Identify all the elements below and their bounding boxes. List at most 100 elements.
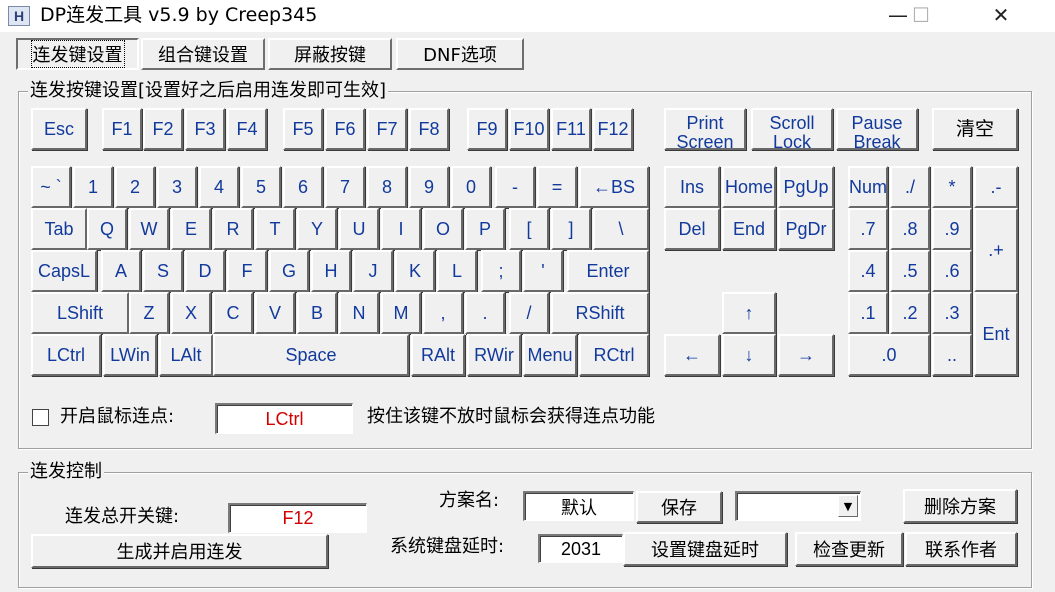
key-b[interactable]: B bbox=[297, 292, 337, 334]
key-num-add[interactable]: .+ bbox=[974, 208, 1018, 292]
key-quote[interactable]: ' bbox=[523, 250, 563, 292]
key-y[interactable]: Y bbox=[297, 208, 337, 250]
key-l[interactable]: L bbox=[437, 250, 477, 292]
key-num2[interactable]: .2 bbox=[890, 292, 930, 334]
key-d0[interactable]: 0 bbox=[451, 166, 491, 208]
key-f7[interactable]: F7 bbox=[367, 108, 407, 150]
key-home[interactable]: Home bbox=[722, 166, 776, 208]
key-period[interactable]: . bbox=[465, 292, 505, 334]
key-d6[interactable]: 6 bbox=[283, 166, 323, 208]
key-pause-break[interactable]: Pause Break bbox=[836, 108, 918, 150]
scheme-select[interactable]: ▼ bbox=[735, 491, 861, 521]
key-f1[interactable]: F1 bbox=[102, 108, 142, 150]
key-num4[interactable]: .4 bbox=[848, 250, 888, 292]
save-scheme-button[interactable]: 保存 bbox=[636, 491, 722, 523]
dropdown-arrow-icon[interactable]: ▼ bbox=[838, 495, 858, 517]
key-num1[interactable]: .1 bbox=[848, 292, 888, 334]
key-comma[interactable]: , bbox=[423, 292, 463, 334]
key-num7[interactable]: .7 bbox=[848, 208, 888, 250]
key-d8[interactable]: 8 bbox=[367, 166, 407, 208]
key-c[interactable]: C bbox=[213, 292, 253, 334]
key-d2[interactable]: 2 bbox=[115, 166, 155, 208]
key-d4[interactable]: 4 bbox=[199, 166, 239, 208]
key-caps[interactable]: CapsL bbox=[31, 250, 97, 292]
generate-enable-button[interactable]: 生成并启用连发 bbox=[31, 534, 328, 568]
key-n[interactable]: N bbox=[339, 292, 379, 334]
key-f5[interactable]: F5 bbox=[283, 108, 323, 150]
key-print-screen[interactable]: Print Screen bbox=[664, 108, 746, 150]
key-r[interactable]: R bbox=[213, 208, 253, 250]
key-minus[interactable]: - bbox=[495, 166, 535, 208]
key-d5[interactable]: 5 bbox=[241, 166, 281, 208]
key-f4[interactable]: F4 bbox=[227, 108, 267, 150]
key-ins[interactable]: Ins bbox=[664, 166, 720, 208]
key-lctrl[interactable]: LCtrl bbox=[31, 334, 101, 376]
key-k[interactable]: K bbox=[395, 250, 435, 292]
key-lalt[interactable]: LAlt bbox=[159, 334, 213, 376]
tab-dnf-options[interactable]: DNF选项 bbox=[396, 38, 524, 70]
key-num9[interactable]: .9 bbox=[932, 208, 972, 250]
key-num[interactable]: Num bbox=[848, 166, 888, 208]
key-lshift[interactable]: LShift bbox=[31, 292, 129, 334]
key-d1[interactable]: 1 bbox=[73, 166, 113, 208]
key-right[interactable]: → bbox=[778, 334, 834, 376]
key-rwin[interactable]: RWir bbox=[467, 334, 521, 376]
key-pgup[interactable]: PgUp bbox=[778, 166, 834, 208]
key-d[interactable]: D bbox=[185, 250, 225, 292]
key-clear[interactable]: 清空 bbox=[932, 108, 1018, 150]
key-rctrl[interactable]: RCtrl bbox=[579, 334, 649, 376]
key-o[interactable]: O bbox=[423, 208, 463, 250]
key-j[interactable]: J bbox=[353, 250, 393, 292]
key-f12[interactable]: F12 bbox=[593, 108, 633, 150]
key-ralt[interactable]: RAlt bbox=[411, 334, 465, 376]
contact-author-button[interactable]: 联系作者 bbox=[905, 532, 1017, 566]
key-num8[interactable]: .8 bbox=[890, 208, 930, 250]
key-num5[interactable]: .5 bbox=[890, 250, 930, 292]
key-t[interactable]: T bbox=[255, 208, 295, 250]
key-num3[interactable]: .3 bbox=[932, 292, 972, 334]
key-end[interactable]: End bbox=[722, 208, 776, 250]
key-w[interactable]: W bbox=[129, 208, 169, 250]
key-x[interactable]: X bbox=[171, 292, 211, 334]
key-pgdn[interactable]: PgDr bbox=[778, 208, 834, 250]
key-tilde[interactable]: ~ ` bbox=[31, 166, 71, 208]
key-z[interactable]: Z bbox=[129, 292, 169, 334]
key-del[interactable]: Del bbox=[664, 208, 720, 250]
close-button[interactable]: ✕ bbox=[978, 0, 1024, 30]
key-num6[interactable]: .6 bbox=[932, 250, 972, 292]
key-up[interactable]: ↑ bbox=[722, 292, 776, 334]
key-u[interactable]: U bbox=[339, 208, 379, 250]
key-down[interactable]: ↓ bbox=[722, 334, 776, 376]
key-menu[interactable]: Menu bbox=[523, 334, 577, 376]
key-f[interactable]: F bbox=[227, 250, 267, 292]
delete-scheme-button[interactable]: 删除方案 bbox=[903, 489, 1017, 523]
key-v[interactable]: V bbox=[255, 292, 295, 334]
key-backspace[interactable]: ←BS bbox=[579, 166, 649, 208]
key-e[interactable]: E bbox=[171, 208, 211, 250]
key-f11[interactable]: F11 bbox=[551, 108, 591, 150]
key-q[interactable]: Q bbox=[87, 208, 127, 250]
key-d9[interactable]: 9 bbox=[409, 166, 449, 208]
title-bar[interactable]: H DP连发工具 v5.9 by Creep345 — ☐ ✕ bbox=[0, 0, 1055, 32]
tab-combo-keys[interactable]: 组合键设置 bbox=[141, 38, 265, 70]
key-scroll-lock[interactable]: Scroll Lock bbox=[751, 108, 833, 150]
key-esc[interactable]: Esc bbox=[31, 108, 87, 150]
key-f2[interactable]: F2 bbox=[143, 108, 183, 150]
key-rshift[interactable]: RShift bbox=[551, 292, 649, 334]
key-tab[interactable]: Tab bbox=[31, 208, 87, 250]
key-f6[interactable]: F6 bbox=[325, 108, 365, 150]
key-num-div[interactable]: ./ bbox=[890, 166, 930, 208]
key-slash[interactable]: / bbox=[509, 292, 549, 334]
key-f8[interactable]: F8 bbox=[409, 108, 449, 150]
key-backslash[interactable]: \ bbox=[593, 208, 649, 250]
key-a[interactable]: A bbox=[101, 250, 141, 292]
key-lwin[interactable]: LWin bbox=[103, 334, 157, 376]
key-f10[interactable]: F10 bbox=[509, 108, 549, 150]
key-enter[interactable]: Enter bbox=[567, 250, 649, 292]
key-equals[interactable]: = bbox=[537, 166, 577, 208]
key-num0[interactable]: .0 bbox=[848, 334, 930, 376]
keyboard-delay-field[interactable]: 2031 bbox=[538, 534, 623, 563]
key-f3[interactable]: F3 bbox=[185, 108, 225, 150]
mouse-click-checkbox[interactable] bbox=[32, 409, 49, 426]
key-d3[interactable]: 3 bbox=[157, 166, 197, 208]
